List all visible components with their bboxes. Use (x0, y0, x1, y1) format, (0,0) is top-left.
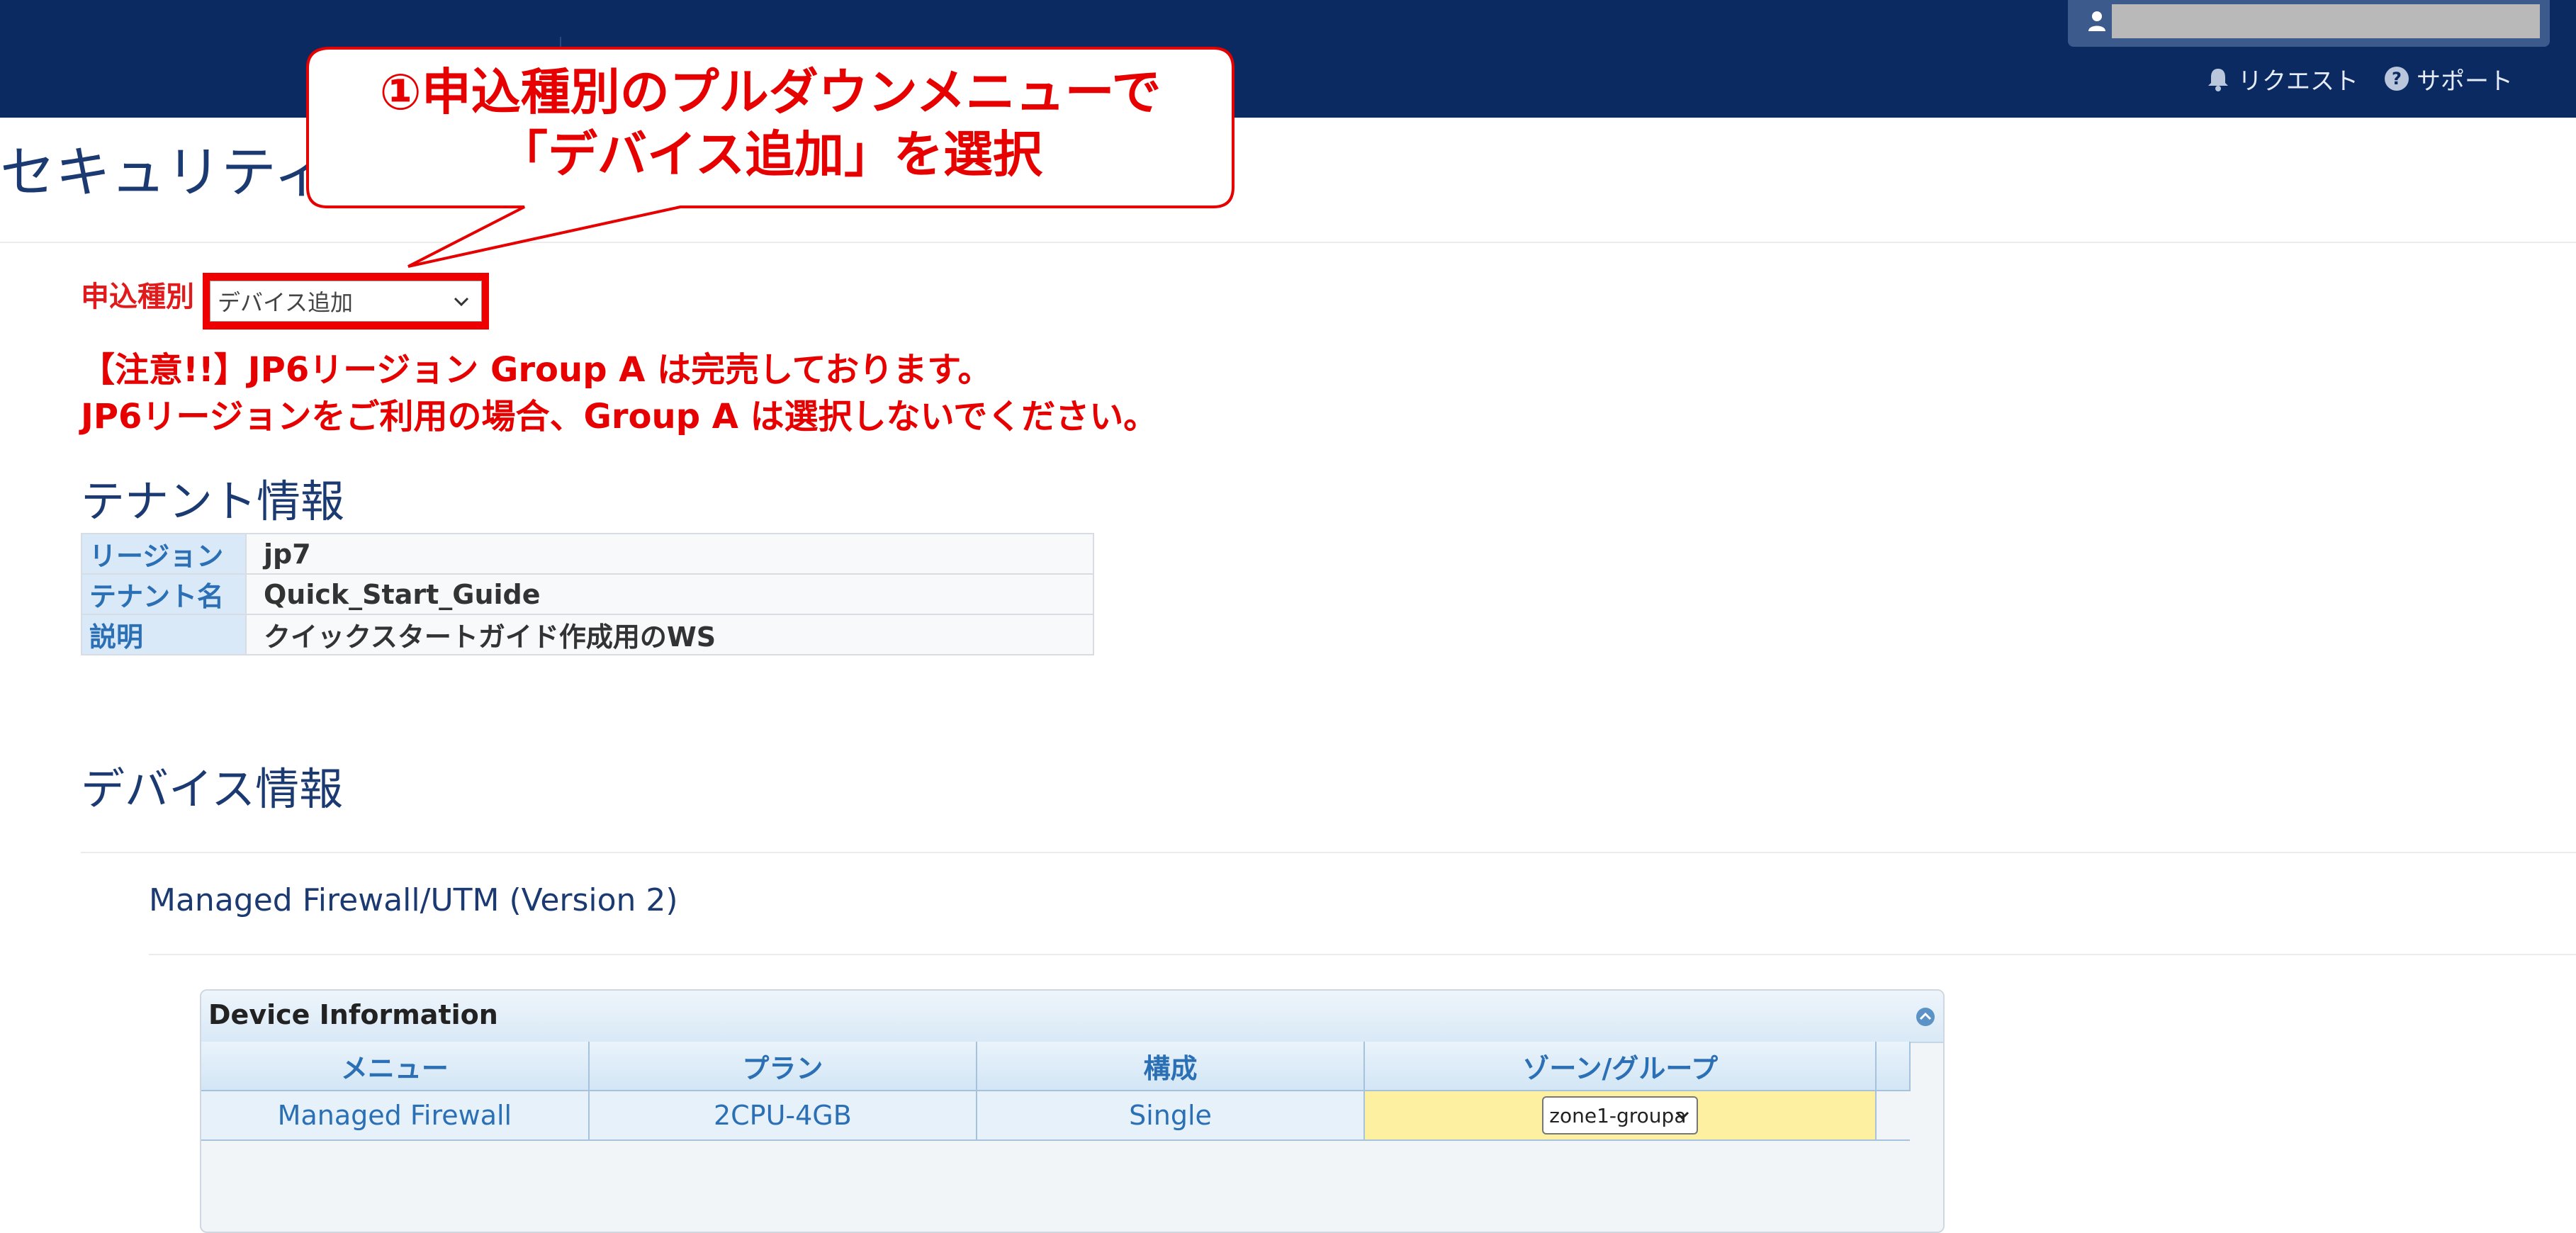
chevron-down-icon (1676, 1111, 1689, 1120)
device-panel-title: Device Information (208, 999, 498, 1030)
zone-group-select[interactable]: zone1-groupa (1542, 1096, 1699, 1135)
application-type-label: 申込種別 (81, 281, 194, 313)
table-row: 説明 クイックスタートガイド作成用のWS (81, 614, 1094, 655)
table-row: テナント名 Quick_Start_Guide (81, 573, 1094, 615)
application-type-value: デバイス追加 (218, 289, 354, 316)
tenant-key: 説明 (81, 614, 247, 655)
tenant-value: クイックスタートガイド作成用のWS (245, 614, 1094, 655)
column-header-zone: ゾーン/グループ (1364, 1042, 1877, 1091)
device-panel-header: Device Information (201, 991, 1943, 1043)
column-header-spacer (1876, 1042, 1911, 1091)
device-section-title: デバイス情報 (81, 763, 344, 815)
instruction-callout: ①申込種別のプルダウンメニューで 「デバイス追加」を選択 (306, 47, 1234, 268)
device-divider (81, 852, 2576, 853)
device-information-panel: Device Information メニュー プラン 構成 ゾーン/グループ … (200, 989, 1945, 1233)
product-title: Managed Firewall/UTM (Version 2) (149, 882, 678, 918)
notice-line-1: 【注意!!】JP6リージョン Group A は完売しております。 (81, 350, 992, 390)
device-table: メニュー プラン 構成 ゾーン/グループ Managed Firewall 2C… (201, 1042, 1911, 1141)
product-divider (149, 954, 2576, 955)
table-header-row: メニュー プラン 構成 ゾーン/グループ (201, 1042, 1911, 1091)
callout-line-2: 「デバイス追加」を選択 (498, 125, 1042, 184)
chevron-down-icon (454, 297, 469, 307)
tenant-section-title: テナント情報 (81, 475, 345, 527)
application-type-select[interactable]: デバイス追加 (210, 281, 482, 322)
tenant-key: リージョン (81, 533, 247, 575)
collapse-icon[interactable] (1915, 1006, 1936, 1028)
cell-zone: zone1-groupa (1364, 1091, 1877, 1141)
notice-line-2: JP6リージョンをご利用の場合、Group A は選択しないでください。 (81, 397, 1158, 437)
zone-group-value: zone1-groupa (1549, 1103, 1687, 1127)
tenant-key: テナント名 (81, 573, 247, 615)
tenant-value: jp7 (245, 533, 1094, 575)
table-row: リージョン jp7 (81, 533, 1094, 575)
cell-plan: 2CPU-4GB (588, 1091, 977, 1141)
callout-line-1: ①申込種別のプルダウンメニューで (379, 63, 1162, 121)
table-row: Managed Firewall 2CPU-4GB Single zone1-g… (201, 1091, 1910, 1141)
column-header-menu: メニュー (201, 1042, 590, 1091)
cell-config: Single (976, 1091, 1366, 1141)
tenant-table: リージョン jp7 テナント名 Quick_Start_Guide 説明 クイッ… (81, 533, 1094, 655)
cell-spacer (1876, 1091, 1910, 1141)
cell-menu: Managed Firewall (201, 1091, 590, 1141)
column-header-plan: プラン (588, 1042, 977, 1091)
tenant-value: Quick_Start_Guide (245, 573, 1094, 615)
column-header-config: 構成 (976, 1042, 1366, 1091)
